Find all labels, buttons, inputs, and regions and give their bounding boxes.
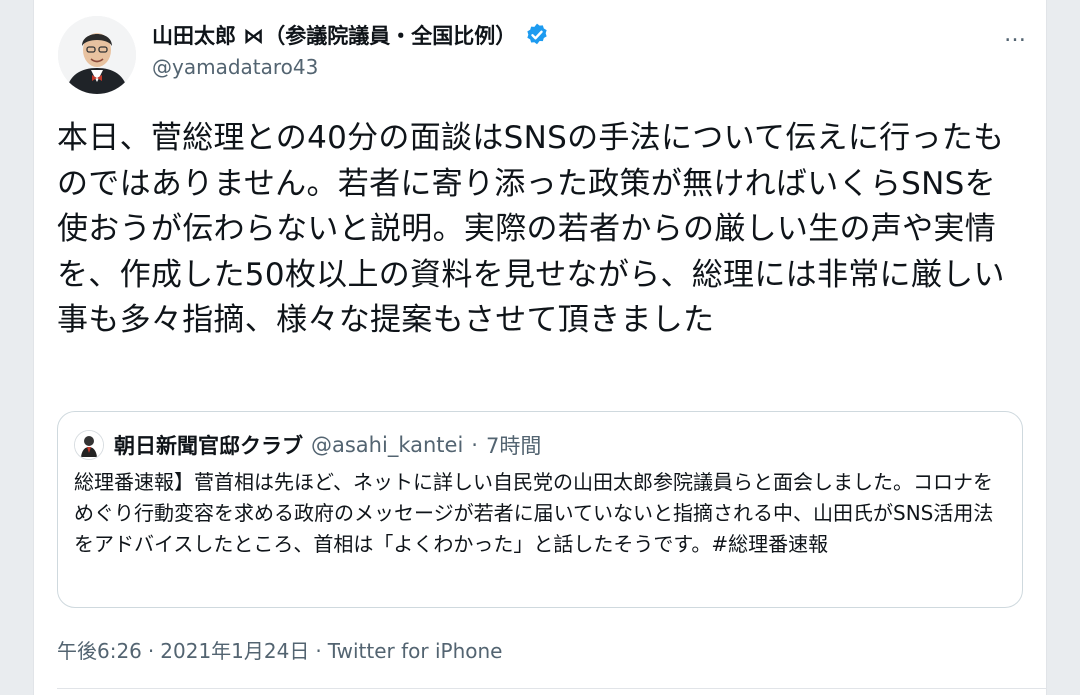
author-avatar[interactable] — [58, 16, 136, 94]
tweet-date[interactable]: 2021年1月24日 — [160, 639, 309, 663]
tweet-time[interactable]: 午後6:26 — [57, 639, 142, 663]
meta-separator: · — [315, 639, 322, 663]
author-name-row: 山田太郎 ⋈（参議院議員・全国比例） — [152, 20, 550, 50]
quoted-tweet[interactable]: 朝日新聞官邸クラブ @asahi_kantei · 7時間 総理番速報】菅首相は… — [57, 411, 1023, 608]
tweet-card: 山田太郎 ⋈（参議院議員・全国比例） @yamadataro43 … 本日、菅総… — [33, 0, 1047, 695]
tweet-text: 本日、菅総理との40分の面談はSNSの手法について伝えに行ったものではありません… — [57, 120, 1005, 338]
tweet-metadata: 午後6:26 · 2021年1月24日 · Twitter for iPhone — [57, 635, 502, 664]
quoted-tweet-text: 総理番速報】菅首相は先ほど、ネットに詳しい自民党の山田太郎参院議員らと面会しまし… — [74, 470, 994, 556]
quoted-timestamp: 7時間 — [485, 434, 542, 458]
author-handle[interactable]: @yamadataro43 — [152, 55, 318, 79]
divider — [57, 688, 1046, 689]
quoted-author-avatar — [74, 430, 104, 460]
quoted-author-handle: @asahi_kantei — [311, 433, 464, 457]
quoted-separator: · — [471, 433, 478, 457]
more-options-icon[interactable]: … — [1004, 22, 1026, 47]
verified-badge-icon — [527, 23, 547, 45]
author-name[interactable]: 山田太郎 ⋈（参議院議員・全国比例） — [152, 20, 516, 50]
quoted-tweet-header: 朝日新聞官邸クラブ @asahi_kantei · 7時間 — [74, 430, 541, 460]
meta-separator: · — [147, 639, 155, 663]
quoted-author-name: 朝日新聞官邸クラブ — [114, 434, 303, 458]
tweet-source[interactable]: Twitter for iPhone — [328, 639, 503, 663]
